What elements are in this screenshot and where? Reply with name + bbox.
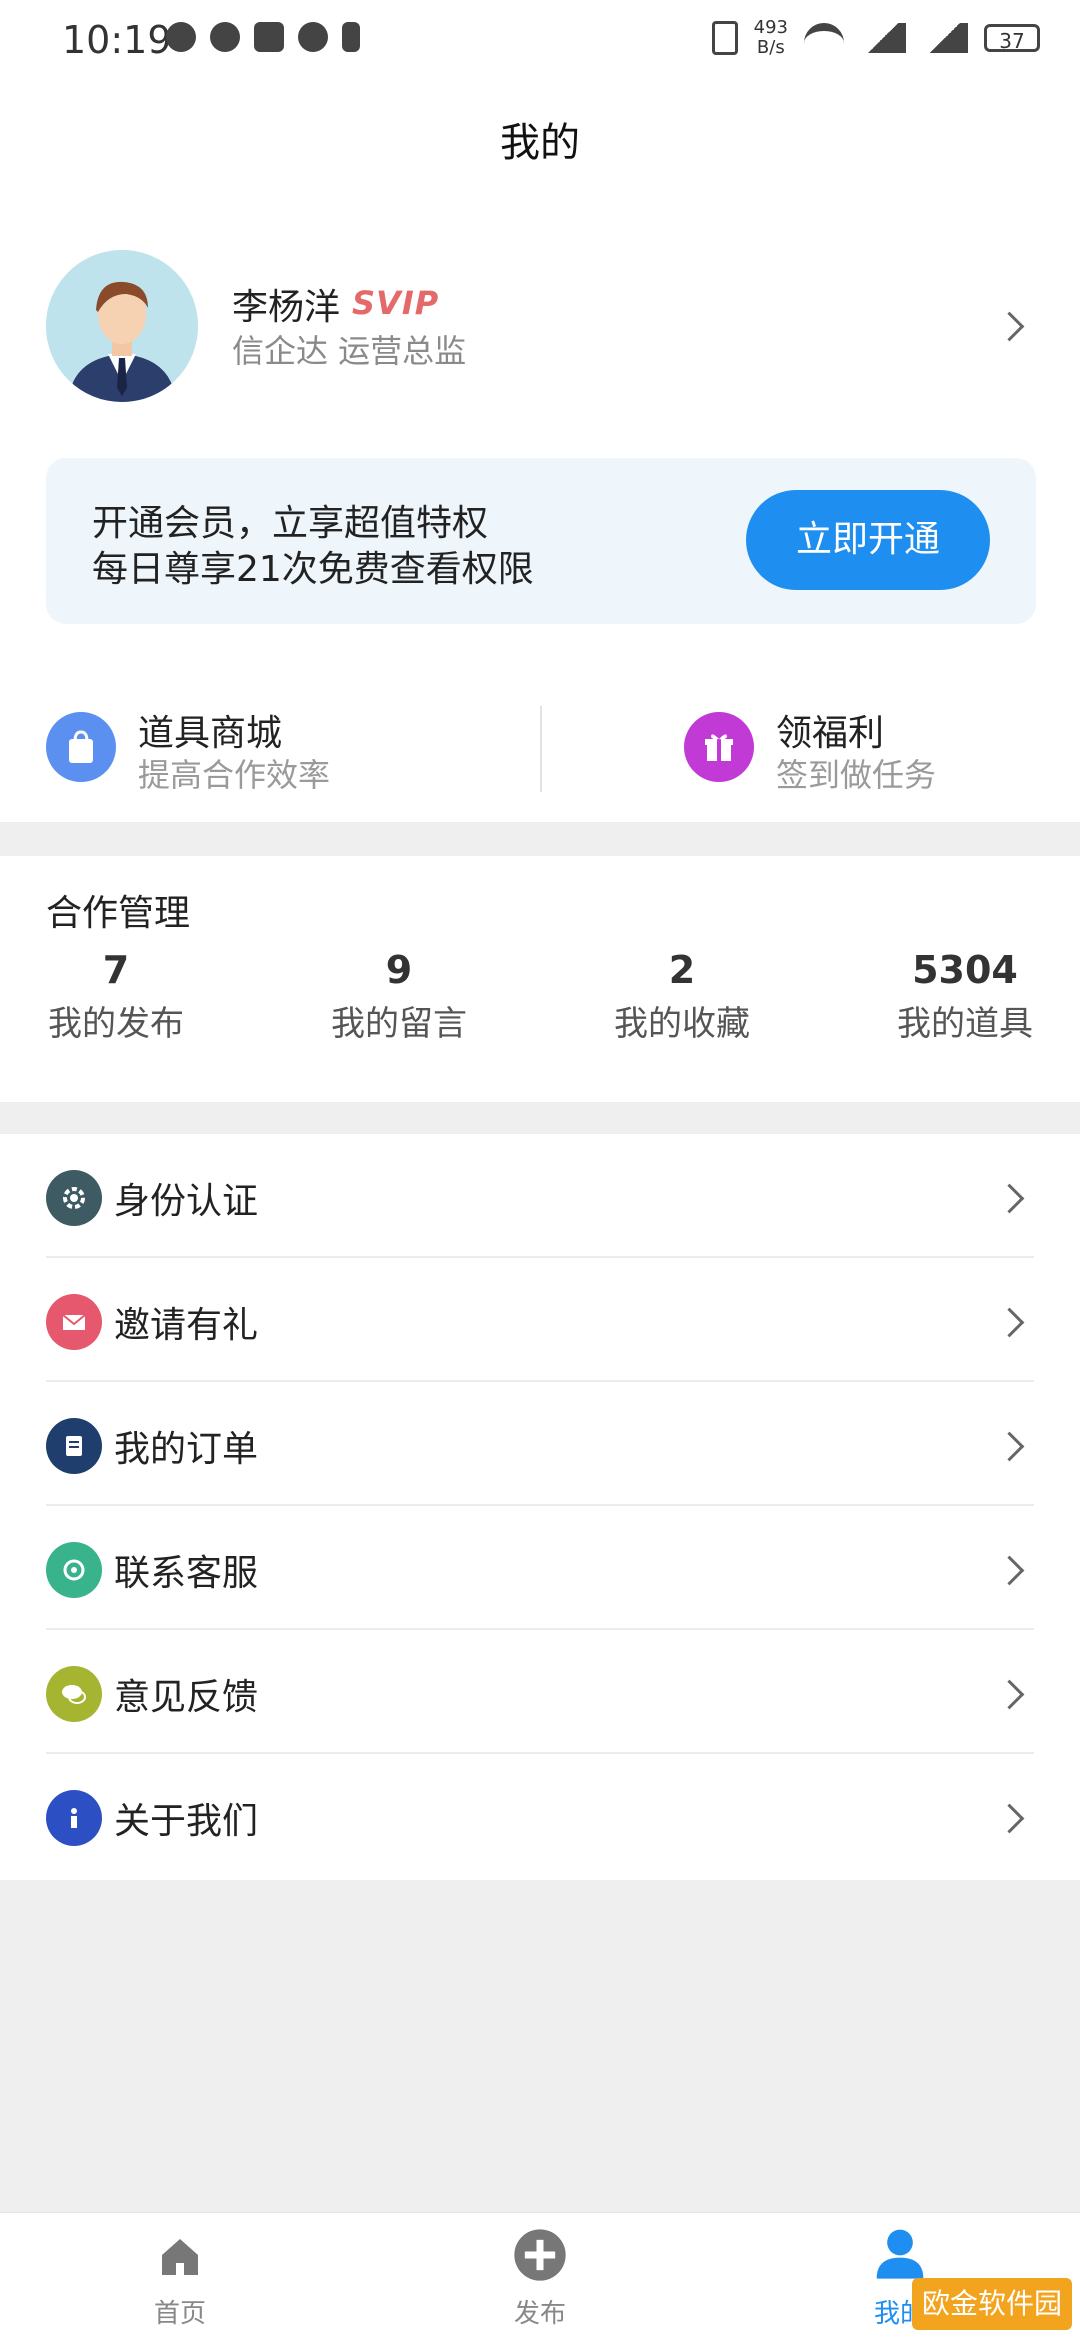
- stat-label: 我的道具: [897, 1004, 1033, 1044]
- menu-item-about[interactable]: 关于我们: [0, 1754, 1080, 1878]
- vip-line1: 开通会员，立享超值特权: [92, 503, 489, 544]
- stat-my-favorites[interactable]: 2 我的收藏: [582, 948, 782, 1045]
- stat-value: 7: [102, 948, 130, 992]
- stat-label: 我的收藏: [614, 1004, 750, 1044]
- tab-home[interactable]: 首页: [80, 2213, 280, 2341]
- avatar[interactable]: [46, 250, 198, 402]
- prop-store-item[interactable]: 道具商城 提高合作效率: [0, 668, 540, 818]
- menu-item-label: 意见反馈: [114, 1677, 259, 1718]
- menu-list: 身份认证 邀请有礼 我的订单 联系客服 意见反馈 关于我们: [0, 1134, 1080, 1880]
- menu-item-label: 邀请有礼: [114, 1305, 259, 1346]
- bluetooth-icon: [342, 22, 360, 52]
- section-title: 合作管理: [46, 893, 191, 934]
- stat-my-messages[interactable]: 9 我的留言: [299, 948, 499, 1045]
- quick-title: 道具商城: [138, 713, 283, 754]
- plus-circle-icon: [514, 2229, 566, 2281]
- menu-item-orders[interactable]: 我的订单: [0, 1382, 1080, 1506]
- stat-label: 我的留言: [331, 1004, 467, 1044]
- vip-line2: 每日尊享21次免费查看权限: [92, 549, 534, 590]
- status-time: 10:19: [62, 18, 172, 62]
- profile-subtitle: 信企达 运营总监: [232, 332, 467, 370]
- signal-4g-icon: [922, 23, 968, 53]
- user-icon: [876, 2229, 924, 2279]
- svip-badge: SVIP: [352, 284, 440, 322]
- tab-label: 首页: [153, 2299, 206, 2329]
- chevron-right-icon: [994, 1431, 1025, 1462]
- get-benefits-item[interactable]: 领福利 签到做任务: [638, 668, 1080, 818]
- menu-item-label: 关于我们: [114, 1801, 259, 1842]
- customer-service-icon: [46, 1542, 102, 1598]
- stat-label: 我的发布: [48, 1004, 184, 1044]
- menu-item-label: 我的订单: [114, 1429, 259, 1470]
- signal-4g-icon: [860, 23, 906, 53]
- net-speed: 493 B/s: [753, 17, 788, 58]
- watermark: 欧金软件园: [911, 2278, 1072, 2330]
- menu-item-invite[interactable]: 邀请有礼: [0, 1258, 1080, 1382]
- menu-item-label: 身份认证: [114, 1181, 259, 1222]
- stat-my-posts[interactable]: 7 我的发布: [16, 948, 216, 1045]
- stat-value: 9: [385, 948, 413, 992]
- menu-item-feedback[interactable]: 意见反馈: [0, 1630, 1080, 1754]
- identity-gear-icon: [46, 1170, 102, 1226]
- quick-subtitle: 签到做任务: [776, 756, 937, 794]
- feedback-chat-icon: [46, 1666, 102, 1722]
- chevron-right-icon: [994, 1555, 1025, 1586]
- chevron-right-icon: [994, 1803, 1025, 1834]
- quick-actions: 道具商城 提高合作效率 领福利 签到做任务: [0, 668, 1080, 818]
- status-bar: 10:19 493 B/s 37: [0, 0, 1080, 80]
- message-icon: [166, 22, 196, 52]
- open-vip-button[interactable]: 立即开通: [746, 490, 990, 590]
- info-icon: [46, 1790, 102, 1846]
- profile-name: 李杨洋: [232, 287, 341, 328]
- divider: [540, 706, 542, 792]
- nfc-icon: [254, 22, 284, 52]
- chevron-right-icon: [994, 1679, 1025, 1710]
- vibrate-icon: [711, 21, 738, 55]
- page-title: 我的: [500, 120, 580, 166]
- envelope-icon: [46, 1294, 102, 1350]
- quick-subtitle: 提高合作效率: [138, 756, 331, 794]
- data-saver-icon: [210, 22, 240, 52]
- gift-icon: [684, 712, 754, 782]
- shopping-bag-icon: [46, 712, 116, 782]
- tab-label: 发布: [513, 2299, 566, 2329]
- battery-icon: 37: [984, 24, 1040, 53]
- home-icon: [162, 2239, 198, 2275]
- stat-my-props[interactable]: 5304 我的道具: [865, 948, 1065, 1045]
- chevron-right-icon: [994, 1307, 1025, 1338]
- stat-value: 5304: [912, 948, 1018, 992]
- menu-item-customer-service[interactable]: 联系客服: [0, 1506, 1080, 1630]
- wifi-icon: [804, 23, 844, 53]
- tab-publish[interactable]: 发布: [440, 2213, 640, 2341]
- alarm-icon: [298, 22, 328, 52]
- quick-title: 领福利: [776, 713, 885, 754]
- menu-item-label: 联系客服: [114, 1553, 259, 1594]
- stat-value: 2: [668, 948, 696, 992]
- chevron-right-icon: [994, 1183, 1025, 1214]
- cooperation-section: 合作管理 7 我的发布 9 我的留言 2 我的收藏 5304 我的道具: [0, 856, 1080, 1102]
- menu-item-identity[interactable]: 身份认证: [0, 1134, 1080, 1258]
- order-document-icon: [46, 1418, 102, 1474]
- vip-banner: 开通会员，立享超值特权 每日尊享21次免费查看权限 立即开通: [46, 458, 1036, 624]
